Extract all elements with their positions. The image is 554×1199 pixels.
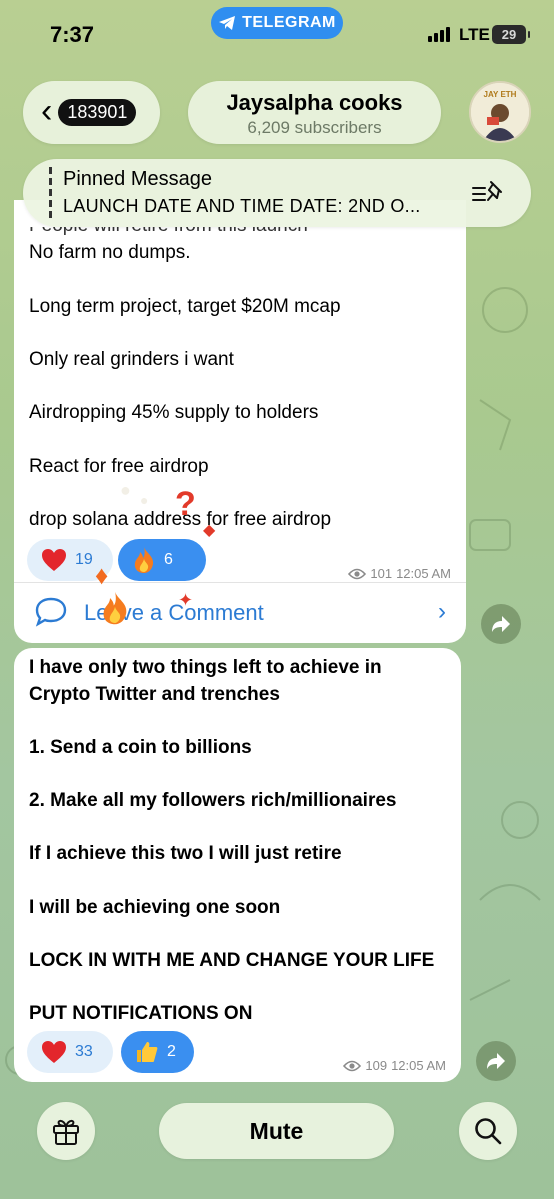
mute-button[interactable]: Mute bbox=[159, 1103, 394, 1159]
search-icon bbox=[475, 1118, 502, 1145]
message-meta: 109 12:05 AM bbox=[343, 1058, 446, 1073]
thumbs-up-icon bbox=[137, 1042, 158, 1062]
message-text-line: PUT NOTIFICATIONS ON bbox=[29, 1003, 253, 1024]
gift-button[interactable] bbox=[37, 1102, 95, 1160]
back-button[interactable]: ‹ 183901 bbox=[23, 81, 160, 144]
share-arrow-icon bbox=[487, 1053, 505, 1069]
message-text-line: 2. Make all my followers rich/millionair… bbox=[29, 790, 397, 811]
reaction-count: 33 bbox=[75, 1043, 93, 1060]
channel-avatar[interactable]: JAY ETH bbox=[469, 81, 531, 143]
share-arrow-icon bbox=[492, 616, 510, 632]
message-meta: 101 12:05 AM bbox=[348, 566, 451, 581]
eye-icon bbox=[348, 568, 367, 579]
status-time: 7:37 bbox=[50, 22, 95, 47]
leave-comment-button[interactable]: Leave a Comment › bbox=[14, 582, 466, 643]
share-button[interactable] bbox=[481, 604, 521, 644]
avatar-image: JAY ETH bbox=[471, 83, 529, 141]
message-text-line: No farm no dumps. bbox=[29, 242, 191, 263]
eye-icon bbox=[343, 1060, 362, 1071]
message-text-line: React for free airdrop bbox=[29, 456, 209, 477]
gift-icon bbox=[53, 1119, 79, 1145]
reaction-fire[interactable]: 6 bbox=[118, 539, 206, 581]
channel-post[interactable]: I have only two things left to achieve i… bbox=[14, 648, 461, 1082]
message-text-line: Airdropping 45% supply to holders bbox=[29, 402, 319, 423]
confetti-icon: ◆ bbox=[203, 522, 216, 539]
message-text-line: I have only two things left to achieve i… bbox=[29, 657, 382, 678]
confetti-icon: ✦ bbox=[178, 590, 194, 610]
reaction-count: 2 bbox=[167, 1043, 176, 1060]
telegram-icon bbox=[219, 16, 236, 30]
message-text-line: Long term project, target $20M mcap bbox=[29, 296, 341, 317]
reaction-count: 6 bbox=[164, 551, 173, 568]
channel-title: Jaysalpha cooks bbox=[226, 90, 403, 115]
svg-text:JAY ETH: JAY ETH bbox=[484, 90, 517, 99]
pinned-title: Pinned Message bbox=[63, 168, 212, 190]
confetti-icon: ♦ bbox=[95, 560, 109, 590]
message-text-line: Only real grinders i want bbox=[29, 349, 234, 370]
heart-icon bbox=[42, 549, 66, 571]
confetti-icon: ● bbox=[140, 492, 149, 508]
message-text-line: Crypto Twitter and trenches bbox=[29, 684, 280, 705]
message-text-line: 1. Send a coin to billions bbox=[29, 737, 252, 758]
view-count: 109 bbox=[365, 1058, 388, 1073]
share-button[interactable] bbox=[476, 1041, 516, 1081]
pinned-list-icon[interactable] bbox=[471, 178, 505, 208]
comment-bubble-icon bbox=[35, 597, 67, 627]
fire-confetti-icon bbox=[100, 590, 130, 634]
reaction-heart[interactable]: 33 bbox=[27, 1031, 113, 1073]
heart-icon bbox=[42, 1041, 66, 1063]
chevron-right-icon: › bbox=[438, 598, 446, 625]
telegram-return-pill[interactable]: TELEGRAM bbox=[211, 7, 343, 39]
confetti-icon: ? bbox=[175, 485, 196, 523]
network-type: LTE bbox=[459, 25, 490, 44]
signal-icon bbox=[428, 27, 450, 42]
pinned-message-bar[interactable]: Pinned Message LAUNCH DATE AND TIME DATE… bbox=[23, 159, 531, 227]
reaction-count: 19 bbox=[75, 551, 93, 568]
telegram-pill-label: TELEGRAM bbox=[242, 14, 336, 31]
confetti-icon: ● bbox=[120, 480, 131, 500]
message-text-line: LOCK IN WITH ME AND CHANGE YOUR LIFE bbox=[29, 950, 435, 971]
message-time: 12:05 AM bbox=[391, 1058, 446, 1073]
battery-icon: 29 bbox=[492, 25, 530, 44]
subscriber-count: 6,209 subscribers bbox=[247, 118, 382, 137]
channel-title-pill[interactable]: Jaysalpha cooks 6,209 subscribers bbox=[188, 81, 441, 144]
channel-post[interactable]: People will retire from this launch No f… bbox=[14, 200, 466, 643]
message-text-line: I will be achieving one soon bbox=[29, 897, 281, 918]
pinned-preview-text: LAUNCH DATE AND TIME DATE: 2ND O... bbox=[63, 196, 421, 216]
view-count: 101 bbox=[370, 566, 393, 581]
message-text-line: If I achieve this two I will just retire bbox=[29, 843, 342, 864]
fire-icon bbox=[134, 547, 154, 573]
message-time: 12:05 AM bbox=[396, 566, 451, 581]
search-button[interactable] bbox=[459, 1102, 517, 1160]
reaction-thumbs-up[interactable]: 2 bbox=[121, 1031, 194, 1073]
chevron-left-icon: ‹ bbox=[41, 91, 53, 130]
battery-level: 29 bbox=[501, 27, 517, 42]
pinned-indicator bbox=[49, 167, 52, 219]
unread-count-badge: 183901 bbox=[58, 99, 137, 126]
